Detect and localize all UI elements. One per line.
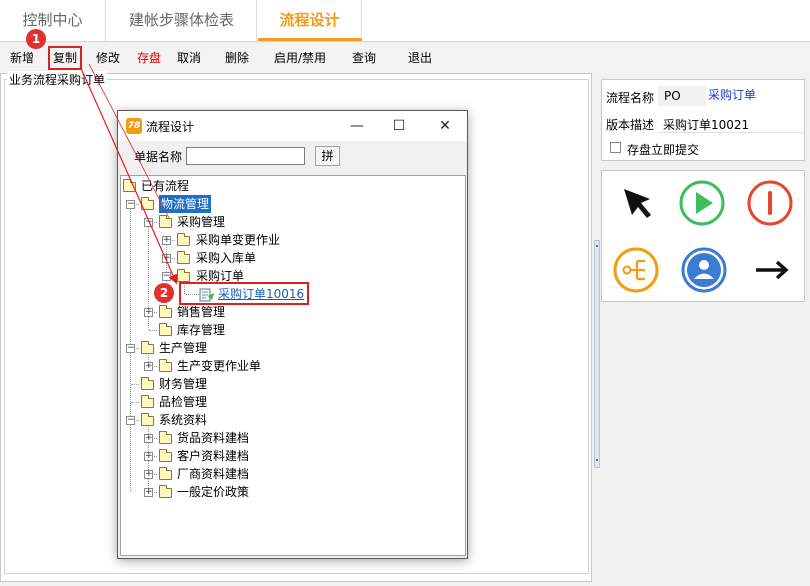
docname-input[interactable] — [186, 147, 305, 165]
save-button[interactable]: 存盘 — [137, 43, 161, 73]
minimize-button[interactable]: — — [342, 115, 372, 137]
flow-name-link[interactable]: 采购订单 — [708, 86, 756, 103]
dialog-title: 流程设计 — [146, 120, 195, 134]
tree-node-customer[interactable]: 客户资料建档 — [177, 447, 249, 465]
flow-canvas-title: 业务流程采购订单 — [7, 71, 108, 88]
connector-arrow-icon[interactable] — [748, 246, 796, 294]
folder-icon — [177, 233, 190, 246]
collapse-icon[interactable]: − — [126, 200, 135, 209]
folder-icon — [123, 179, 136, 192]
expand-icon[interactable]: + — [144, 308, 153, 317]
flow-tree[interactable]: 已有流程 − 物流管理 − 采购管理 + 采购单变更作业 + 采购入库单 − 采… — [120, 175, 466, 556]
folder-icon — [159, 323, 172, 336]
collapse-icon[interactable]: − — [144, 218, 153, 227]
flow-name-label: 流程名称 — [606, 91, 655, 105]
tree-node-root[interactable]: 已有流程 — [141, 177, 189, 195]
expand-icon[interactable]: + — [162, 254, 171, 263]
folder-icon — [141, 341, 154, 354]
flow-palette — [601, 170, 805, 302]
folder-icon — [159, 305, 172, 318]
delete-button[interactable]: 删除 — [225, 43, 249, 73]
folder-icon — [159, 467, 172, 480]
step-badge-2: 2 — [154, 283, 174, 303]
tree-node-finance[interactable]: 财务管理 — [159, 375, 207, 393]
pointer-arrow-icon[interactable] — [614, 179, 662, 227]
cancel-button[interactable]: 取消 — [177, 43, 201, 73]
play-icon[interactable] — [678, 179, 726, 227]
docname-label: 单据名称 — [134, 150, 183, 164]
flow-properties-panel: 流程名称 PO 采购订单 版本描述 采购订单10021 存盘立即提交 — [601, 79, 805, 161]
version-desc-label: 版本描述 — [606, 118, 655, 132]
enable-disable-button[interactable]: 启用/禁用 — [274, 43, 326, 73]
tree-node-po-change[interactable]: 采购单变更作业 — [196, 231, 280, 249]
folder-icon — [159, 485, 172, 498]
folder-icon — [177, 251, 190, 264]
folder-icon — [141, 413, 154, 426]
stop-icon[interactable] — [746, 179, 794, 227]
folder-icon — [159, 431, 172, 444]
collapse-icon[interactable]: − — [126, 344, 135, 353]
folder-icon — [177, 269, 190, 282]
dialog-title-bar[interactable]: 78 流程设计 — ☐ ✕ — [118, 111, 467, 141]
modify-button[interactable]: 修改 — [96, 43, 120, 73]
maximize-button[interactable]: ☐ — [384, 115, 414, 137]
tab-flow-design[interactable]: 流程设计 — [258, 0, 362, 41]
tab-control-center[interactable]: 控制中心 — [0, 0, 106, 41]
query-button[interactable]: 查询 — [352, 43, 376, 73]
user-icon[interactable] — [680, 246, 728, 294]
app-logo: 78 — [126, 118, 142, 134]
tree-node-inventory[interactable]: 库存管理 — [177, 321, 225, 339]
tree-node-po-inbound[interactable]: 采购入库单 — [196, 249, 256, 267]
expand-icon[interactable]: + — [162, 236, 171, 245]
tab-setup-checklist[interactable]: 建帐步骤体检表 — [107, 0, 257, 41]
tree-node-goods[interactable]: 货品资料建档 — [177, 429, 249, 447]
tree-node-system[interactable]: 系统资料 — [159, 411, 207, 429]
tree-node-qc[interactable]: 品检管理 — [159, 393, 207, 411]
tree-node-purchase[interactable]: 采购管理 — [177, 213, 225, 231]
tab-bar: 控制中心 建帐步骤体检表 流程设计 — [0, 0, 810, 42]
pin-button[interactable]: 拼 — [315, 146, 340, 166]
flow-name-field[interactable]: PO — [658, 86, 706, 106]
exit-button[interactable]: 退出 — [408, 43, 432, 73]
copy-button[interactable]: 复制 — [48, 46, 83, 70]
tree-node-logistics[interactable]: 物流管理 — [159, 195, 212, 213]
expand-icon[interactable]: + — [144, 452, 153, 461]
save-submit-checkbox[interactable] — [610, 142, 621, 153]
folder-icon — [159, 449, 172, 462]
branch-icon[interactable] — [612, 246, 660, 294]
version-desc-value[interactable]: 采购订单10021 — [663, 116, 749, 133]
expand-icon[interactable]: + — [144, 434, 153, 443]
save-submit-label: 存盘立即提交 — [627, 143, 700, 157]
folder-icon — [141, 395, 154, 408]
tree-node-prod-change[interactable]: 生产变更作业单 — [177, 357, 261, 375]
folder-icon — [159, 359, 172, 372]
expand-icon[interactable]: + — [144, 470, 153, 479]
tree-node-vendor[interactable]: 厂商资料建档 — [177, 465, 249, 483]
tree-node-po-doc[interactable]: 采购订单10016 — [218, 285, 304, 303]
toolbar: 新增 复制 修改 存盘 取消 删除 启用/禁用 查询 退出 — [0, 43, 810, 73]
tree-node-production[interactable]: 生产管理 — [159, 339, 207, 357]
tree-node-sales[interactable]: 销售管理 — [177, 303, 225, 321]
collapse-icon[interactable]: − — [162, 272, 171, 281]
expand-icon[interactable]: + — [144, 488, 153, 497]
collapse-icon[interactable]: − — [126, 416, 135, 425]
flow-design-dialog: 78 流程设计 — ☐ ✕ 单据名称 拼 已有流程 − 物流管理 − 采购管理 … — [117, 110, 468, 559]
expand-icon[interactable]: + — [144, 362, 153, 371]
folder-icon — [159, 215, 172, 228]
close-button[interactable]: ✕ — [430, 115, 460, 137]
flow-document-icon — [199, 288, 214, 302]
folder-open-icon — [141, 197, 154, 210]
tree-node-pricing[interactable]: 一般定价政策 — [177, 483, 249, 501]
panel-splitter[interactable] — [594, 240, 600, 468]
step-badge-1: 1 — [26, 29, 46, 49]
folder-icon — [141, 377, 154, 390]
